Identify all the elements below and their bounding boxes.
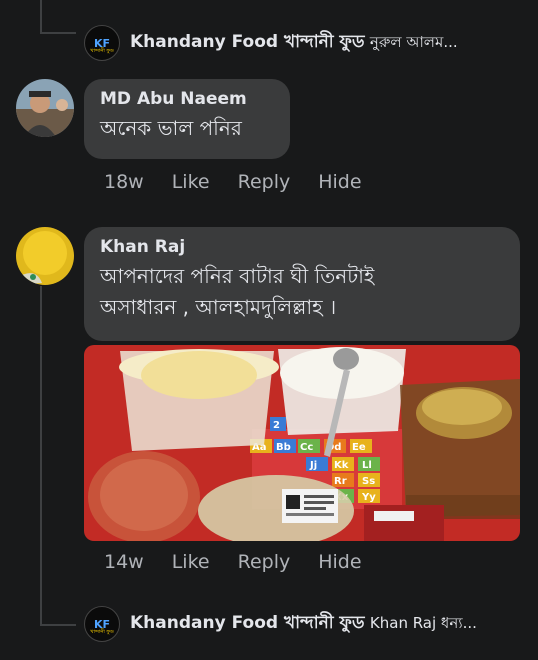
thread-line-bottom-curve: [40, 624, 76, 626]
food-photo-image: 2 Aa Bb Cc Dd Ee Jj Kk Ll Rr Ss Xx Yy: [84, 345, 520, 541]
mat-letter: Yy: [361, 492, 376, 503]
comment-time[interactable]: 14w: [104, 551, 144, 573]
mat-letter: Bb: [276, 442, 291, 453]
mat-letter: Ss: [362, 476, 375, 487]
page-logo-caption: খান্দানী ফুড: [90, 48, 114, 54]
mat-letter: Cc: [300, 442, 313, 453]
mat-letter: Ee: [352, 442, 366, 453]
reply-summary[interactable]: Khandany Food খান্দানী ফুড নুরুল আলম...: [130, 29, 458, 57]
comment-actions: 14w Like Reply Hide: [104, 551, 362, 573]
thread-line-bottom: [40, 286, 42, 624]
avatar[interactable]: [16, 227, 74, 285]
comment-time[interactable]: 18w: [104, 171, 144, 193]
page-name: Khandany Food খান্দানী ফুড: [130, 32, 365, 52]
comment-text-line-2: অসাধারন , আলহামদুলিল্লাহ ।: [100, 295, 337, 319]
hide-button[interactable]: Hide: [318, 551, 361, 573]
user-photo-icon: [16, 227, 74, 285]
comment-text: অনেক ভাল পনির: [100, 116, 242, 140]
mat-letter: Ll: [362, 460, 372, 471]
user-photo-icon: [16, 79, 74, 137]
avatar[interactable]: [16, 79, 74, 137]
comment-text-line-1: আপনাদের পনির বাটার ঘী তিনটাই: [100, 264, 375, 288]
thread-line-top-curve: [40, 32, 76, 34]
page-reply-top[interactable]: KF খান্দানী ফুড Khandany Food খান্দানী ফ…: [84, 25, 458, 61]
comment-actions: 18w Like Reply Hide: [104, 171, 362, 193]
page-logo-caption: খান্দানী ফুড: [90, 629, 114, 635]
page-avatar[interactable]: KF খান্দানী ফুড: [84, 25, 120, 61]
mat-letter: Jj: [309, 460, 317, 471]
page-logo-text: KF: [93, 617, 111, 631]
comment-bubble: Khan Raj আপনাদের পনির বাটার ঘী তিনটাই অস…: [84, 227, 520, 341]
reply-snippet: নুরুল আলম...: [369, 33, 458, 51]
like-button[interactable]: Like: [172, 551, 210, 573]
reply-summary[interactable]: Khandany Food খান্দানী ফুড Khan Raj ধন্য…: [130, 610, 477, 638]
reply-button[interactable]: Reply: [238, 171, 291, 193]
mat-letter: Kk: [334, 460, 349, 471]
comment-photo[interactable]: 2 Aa Bb Cc Dd Ee Jj Kk Ll Rr Ss Xx Yy: [84, 345, 520, 541]
thread-line-top: [40, 0, 42, 34]
reply-snippet: Khan Raj ধন্য...: [369, 614, 477, 632]
page-reply-bottom[interactable]: KF খান্দানী ফুড Khandany Food খান্দানী ফ…: [84, 606, 477, 642]
page-name: Khandany Food খান্দানী ফুড: [130, 613, 365, 633]
page-logo-text: KF: [93, 36, 111, 50]
like-button[interactable]: Like: [172, 171, 210, 193]
mat-letter: 2: [273, 420, 280, 431]
page-avatar[interactable]: KF খান্দানী ফুড: [84, 606, 120, 642]
hide-button[interactable]: Hide: [318, 171, 361, 193]
reply-button[interactable]: Reply: [238, 551, 291, 573]
comment-author[interactable]: MD Abu Naeem: [100, 89, 274, 109]
comment-author[interactable]: Khan Raj: [100, 237, 504, 257]
mat-letter: Rr: [334, 476, 347, 487]
comment-bubble: MD Abu Naeem অনেক ভাল পনির: [84, 79, 290, 159]
